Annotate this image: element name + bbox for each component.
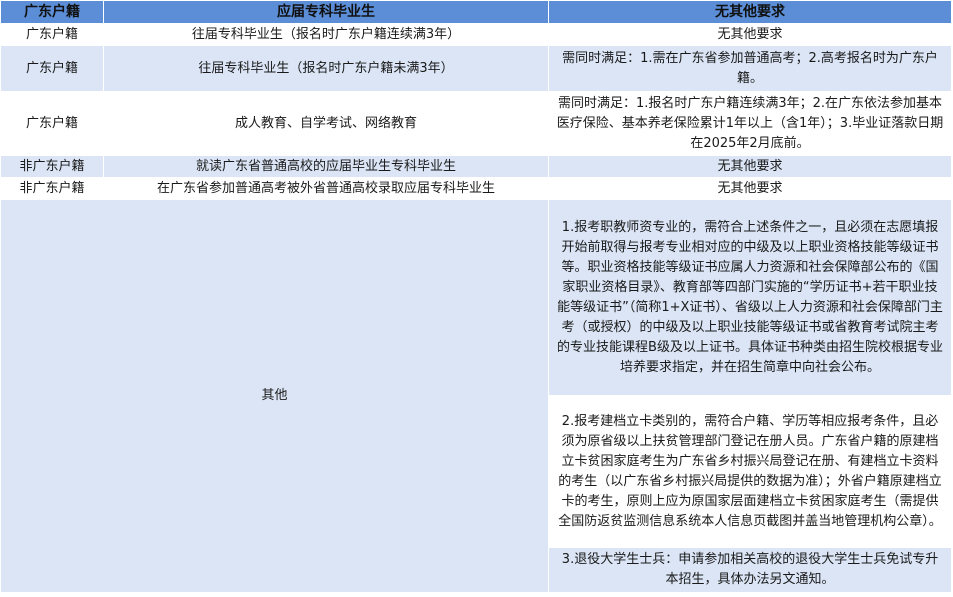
other-note-1: 1.报考职教师资专业的，需符合上述条件之一，且必须在志愿填报开始前取得与报考专业… [548,199,952,396]
header-cell: 无其他要求 [548,0,952,24]
table-cell: 在广东省参加普通高考被外省普通高校录取应届专科毕业生 [103,177,549,200]
table-cell: 就读广东省普通高校的应届毕业生专科毕业生 [103,155,549,178]
header-cell: 应届专科毕业生 [103,0,549,24]
table-cell: 广东户籍 [0,45,104,92]
table-row: 广东户籍 往届专科毕业生（报名时广东户籍未满3年） 需同时满足：1.需在广东省参… [0,45,952,92]
table-cell: 非广东户籍 [0,177,104,200]
other-note-3: 3.退役大学生士兵：申请参加相关高校的退役大学生士兵免试专升本招生，具体办法另文… [548,547,952,593]
table-cell: 广东户籍 [0,23,104,46]
table-row: 非广东户籍 就读广东省普通高校的应届毕业生专科毕业生 无其他要求 [0,155,952,178]
header-cell: 广东户籍 [0,0,104,24]
other-note-2: 2.报考建档立卡类别的，需符合户籍、学历等相应报考条件，且必须为原省级以上扶贫管… [548,395,952,548]
table-cell: 无其他要求 [548,177,952,200]
table-cell: 广东户籍 [0,91,104,156]
table-cell: 无其他要求 [548,23,952,46]
table-row-other: 其他 1.报考职教师资专业的，需符合上述条件之一，且必须在志愿填报开始前取得与报… [0,199,952,593]
eligibility-table-container: 广东户籍 应届专科毕业生 无其他要求 广东户籍 往届专科毕业生（报名时广东户籍连… [0,0,953,597]
table-row: 广东户籍 往届专科毕业生（报名时广东户籍连续满3年） 无其他要求 [0,23,952,46]
eligibility-table: 广东户籍 应届专科毕业生 无其他要求 广东户籍 往届专科毕业生（报名时广东户籍连… [0,0,952,593]
table-cell: 往届专科毕业生（报名时广东户籍未满3年） [103,45,549,92]
table-cell: 成人教育、自学考试、网络教育 [103,91,549,156]
table-cell: 需同时满足：1.需在广东省参加普通高考；2.高考报名时为广东户籍。 [548,45,952,92]
table-header-row: 广东户籍 应届专科毕业生 无其他要求 [0,0,952,24]
other-label-cell: 其他 [0,199,549,593]
table-cell: 无其他要求 [548,155,952,178]
table-cell: 往届专科毕业生（报名时广东户籍连续满3年） [103,23,549,46]
table-cell: 非广东户籍 [0,155,104,178]
table-cell: 需同时满足：1.报名时广东户籍连续满3年；2.在广东依法参加基本医疗保险、基本养… [548,91,952,156]
table-row: 非广东户籍 在广东省参加普通高考被外省普通高校录取应届专科毕业生 无其他要求 [0,177,952,200]
table-row: 广东户籍 成人教育、自学考试、网络教育 需同时满足：1.报名时广东户籍连续满3年… [0,91,952,156]
